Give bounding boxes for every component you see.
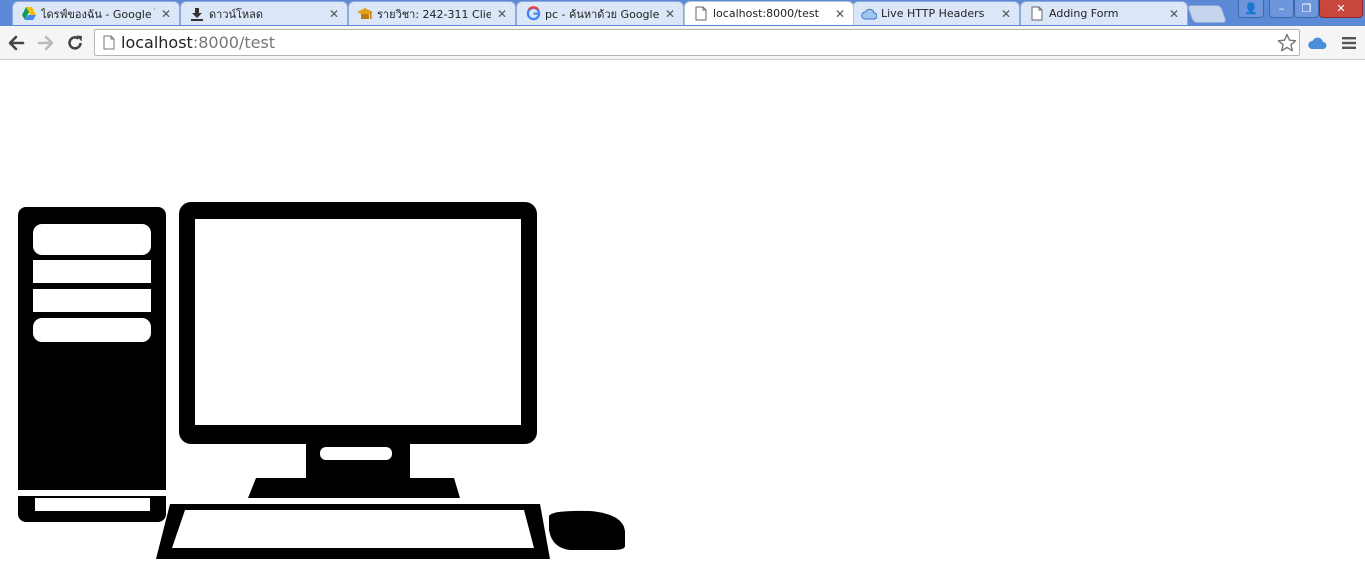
minimize-button[interactable]: – (1269, 0, 1294, 18)
restore-button[interactable]: ❐ (1294, 0, 1319, 18)
graduation-cap-icon (357, 6, 373, 22)
tab-live-http-headers[interactable]: Live HTTP Headers ✕ (852, 1, 1020, 25)
title-bar: ไดรฟ์ของฉัน - Google ไ ✕ ดาวน์โหลด ✕ ราย… (0, 0, 1365, 26)
reload-icon (68, 35, 82, 50)
tab-close-icon[interactable]: ✕ (833, 7, 847, 21)
user-profile-button[interactable]: 👤 (1238, 0, 1264, 18)
hamburger-menu-icon (1342, 37, 1356, 49)
tab-close-icon[interactable]: ✕ (999, 7, 1013, 21)
forward-button[interactable] (34, 31, 58, 55)
google-icon (525, 6, 541, 22)
new-tab-button[interactable] (1186, 5, 1228, 23)
cloud-extension-button[interactable] (1305, 31, 1329, 55)
page-icon (1029, 6, 1045, 22)
back-button[interactable] (4, 31, 28, 55)
download-icon (189, 6, 205, 22)
url-host: localhost (121, 33, 193, 52)
tab-course-242-311[interactable]: รายวิชา: 242-311 Client ✕ (348, 1, 516, 25)
tab-label: ไดรฟ์ของฉัน - Google ไ (41, 7, 155, 21)
tab-label: Adding Form (1049, 7, 1119, 20)
browser-toolbar: localhost:8000/test (0, 26, 1365, 60)
tab-downloads[interactable]: ดาวน์โหลด ✕ (180, 1, 348, 25)
tab-adding-form[interactable]: Adding Form ✕ (1020, 1, 1188, 25)
tab-label: ดาวน์โหลด (209, 7, 264, 21)
tab-google-search[interactable]: pc - ค้นหาด้วย Google ✕ (516, 1, 684, 25)
tab-label: รายวิชา: 242-311 Client (377, 7, 491, 21)
page-icon (693, 6, 709, 22)
tab-close-icon[interactable]: ✕ (495, 7, 509, 21)
close-window-button[interactable]: ✕ (1319, 0, 1363, 18)
tab-label: Live HTTP Headers (881, 7, 985, 20)
tab-close-icon[interactable]: ✕ (159, 7, 173, 21)
tab-localhost-test[interactable]: localhost:8000/test ✕ (684, 1, 854, 25)
reload-button[interactable] (63, 31, 87, 55)
tab-close-icon[interactable]: ✕ (663, 7, 677, 21)
page-icon (101, 35, 117, 51)
tab-label: localhost:8000/test (713, 7, 819, 20)
tab-label: pc - ค้นหาด้วย Google (545, 7, 659, 21)
desktop-computer-icon (17, 202, 625, 559)
url-text[interactable]: localhost:8000/test (121, 33, 275, 52)
tab-close-icon[interactable]: ✕ (327, 7, 341, 21)
page-content (0, 61, 1365, 566)
back-arrow-icon (8, 35, 25, 51)
cloud-icon (1308, 37, 1327, 49)
menu-button[interactable] (1337, 31, 1361, 55)
bookmark-star-icon[interactable] (1277, 33, 1297, 53)
tab-close-icon[interactable]: ✕ (1167, 7, 1181, 21)
cloud-icon (861, 6, 877, 22)
forward-arrow-icon (37, 35, 54, 51)
address-bar[interactable]: localhost:8000/test (94, 29, 1300, 56)
google-drive-icon (21, 6, 37, 22)
url-path: :8000/test (192, 33, 276, 52)
tab-google-drive[interactable]: ไดรฟ์ของฉัน - Google ไ ✕ (12, 1, 180, 25)
